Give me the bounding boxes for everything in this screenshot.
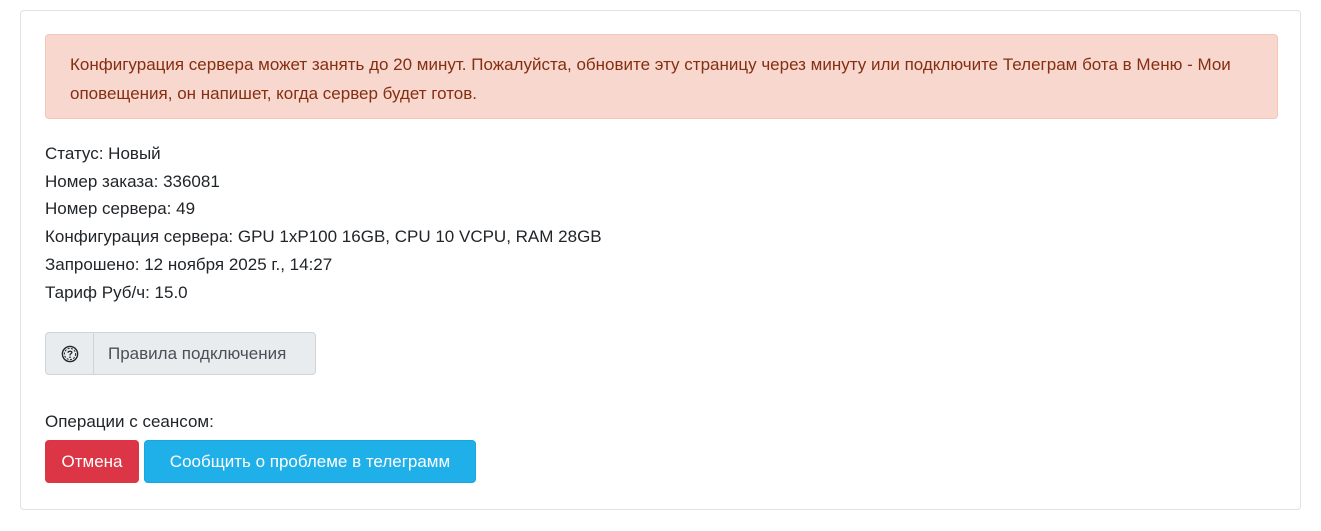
server-session-card: Конфигурация сервера может занять до 20 … <box>20 10 1301 510</box>
report-problem-telegram-button[interactable]: Сообщить о проблеме в телеграмм <box>144 440 476 483</box>
server-number-line: Номер сервера: 49 <box>45 199 196 219</box>
tariff-line: Тариф Руб/ч: 15.0 <box>45 282 188 302</box>
connection-rules-button[interactable]: Правила подключения <box>45 332 316 375</box>
configuration-line: Конфигурация сервера: GPU 1xP100 16GB, C… <box>45 227 602 247</box>
alert-text: Конфигурация сервера может занять до 20 … <box>70 55 1231 103</box>
rules-label: Правила подключения <box>108 343 287 363</box>
requested-line: Запрошено: 12 ноября 2025 г., 14:27 <box>45 254 333 274</box>
status-line: Статус: Новый <box>45 144 161 163</box>
order-number-line: Номер заказа: 336081 <box>45 171 220 191</box>
question-circle-icon <box>61 345 78 362</box>
cancel-button[interactable]: Отмена <box>45 440 139 483</box>
configuration-alert: Конфигурация сервера может занять до 20 … <box>45 34 1278 119</box>
rules-icon-container <box>46 333 94 374</box>
operations-label: Операции с сеансом: <box>45 412 214 431</box>
server-info: Статус: Новый Номер заказа: 336081 Номер… <box>45 140 602 306</box>
